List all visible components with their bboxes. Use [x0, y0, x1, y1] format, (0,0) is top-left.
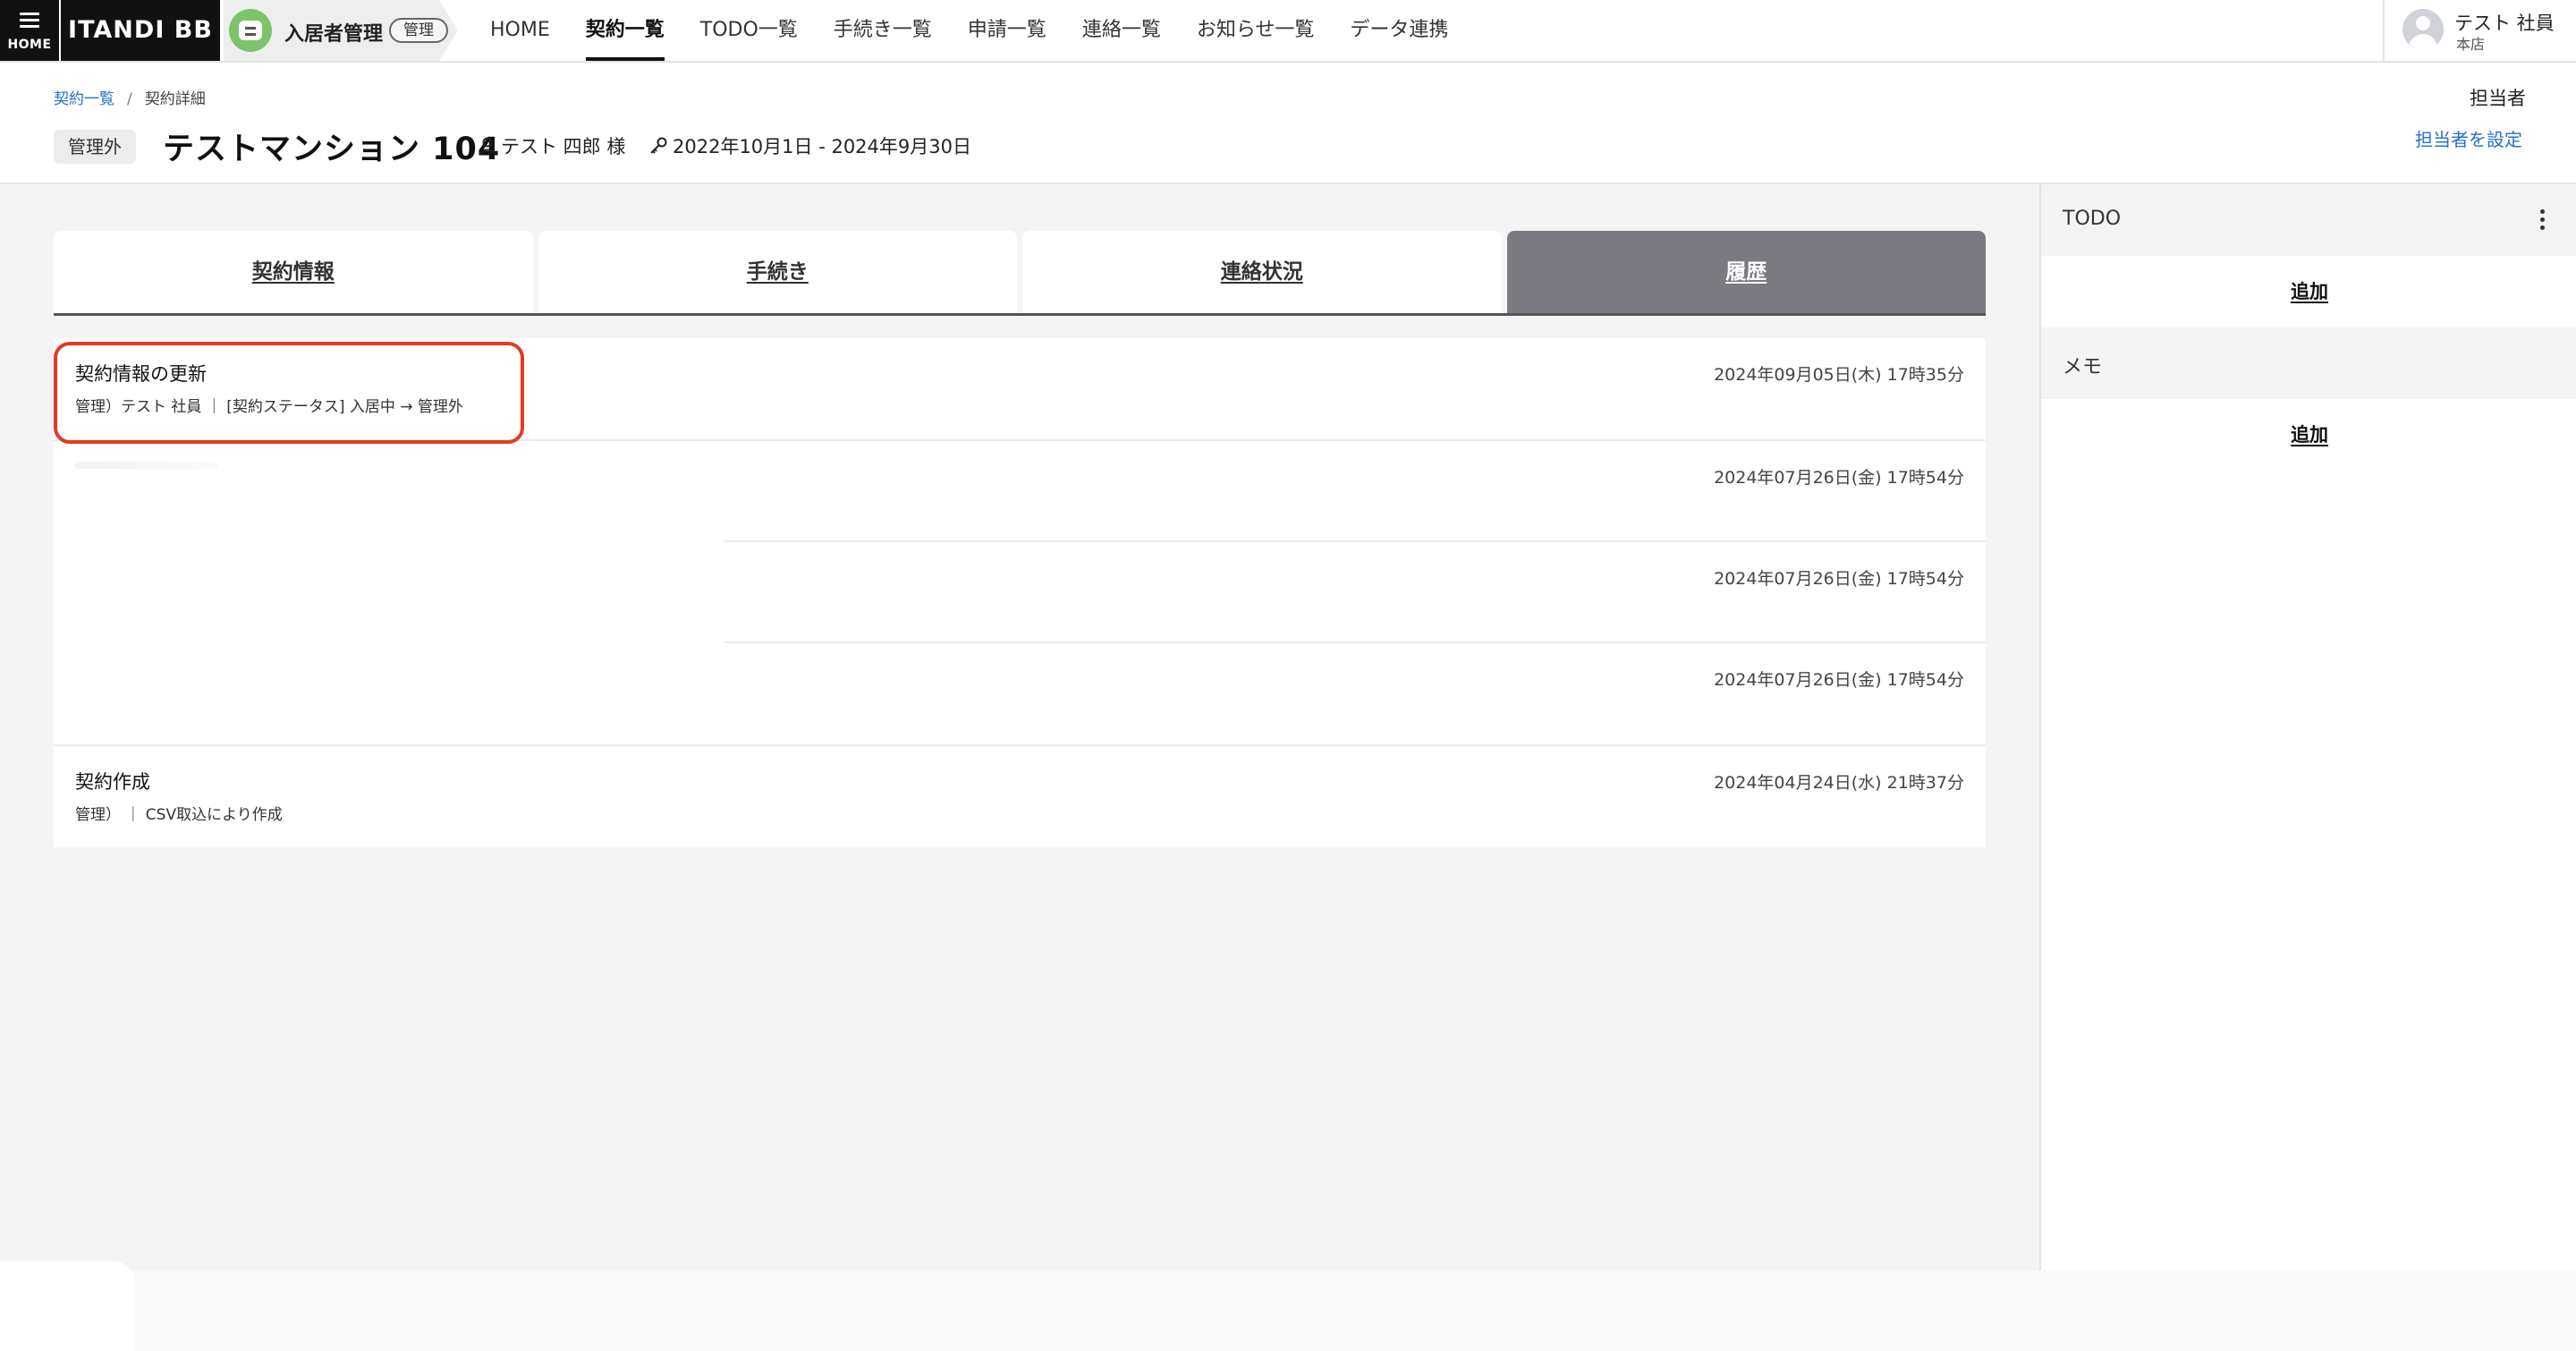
nav-item-contracts[interactable]: 契約一覧 — [568, 0, 682, 61]
product-badge: 管理 — [389, 18, 448, 43]
kebab-menu-icon[interactable] — [2540, 209, 2546, 233]
tab-contact-status[interactable]: 連絡状況 — [1022, 231, 1502, 313]
assignee-label: 担当者 — [2470, 88, 2526, 109]
faded-text-placeholder — [75, 462, 218, 469]
history-list: 契約情報の更新 管理）テスト 社員 ｜ [契約ステータス] 入居中 → 管理外 … — [54, 338, 1986, 847]
history-detail: 管理）テスト 社員 ｜ [契約ステータス] 入居中 → 管理外 — [75, 398, 463, 416]
history-detail: 管理） ｜ CSV取込により作成 — [75, 806, 283, 824]
tenant-name: テスト 四郎 様 — [478, 132, 625, 159]
tab-procedures[interactable]: 手続き — [538, 231, 1017, 313]
contract-status-badge: 管理外 — [54, 130, 136, 164]
add-todo-link[interactable]: 追加 — [2041, 277, 2576, 304]
history-date: 2024年07月26日(金) 17時54分 — [1714, 670, 1964, 690]
breadcrumb-current: 契約詳細 — [144, 90, 206, 108]
tab-history[interactable]: 履歴 — [1506, 231, 1986, 313]
top-navigation-bar: HOME ITANDI BB 入居者管理 管理 HOME 契約一覧 TODO一覧… — [0, 0, 2576, 63]
history-date: 2024年09月05日(木) 17時35分 — [1714, 365, 1964, 385]
contract-header: 契約一覧 / 契約詳細 管理外 テストマンション 104 テスト 四郎 様 2022… — [0, 63, 2576, 184]
contract-period: 2022年10月1日 - 2024年9月30日 — [648, 132, 971, 159]
page-title: テストマンション 104 — [163, 132, 501, 167]
history-row: 契約作成 管理） ｜ CSV取込により作成 2024年04月24日(水) 21時… — [54, 746, 1986, 847]
user-store: 本店 — [2456, 36, 2486, 53]
breadcrumb: 契約一覧 / 契約詳細 — [54, 86, 206, 108]
footer-area — [0, 1270, 2576, 1351]
tab-contract-info[interactable]: 契約情報 — [54, 231, 533, 313]
person-icon — [479, 137, 496, 155]
breadcrumb-contract-list-link[interactable]: 契約一覧 — [54, 90, 114, 108]
contract-tabs: 契約情報 手続き 連絡状況 履歴 — [54, 231, 1986, 316]
history-row: 2024年07月26日(金) 17時54分 — [54, 441, 1986, 542]
history-row: 2024年07月26日(金) 17時54分 — [54, 542, 1986, 643]
todo-heading: TODO — [2063, 208, 2122, 230]
user-avatar-icon — [2402, 9, 2444, 50]
nav-item-todo[interactable]: TODO一覧 — [682, 0, 816, 61]
memo-section-body: 追加 — [2041, 399, 2576, 471]
history-row: 2024年07月26日(金) 17時54分 — [54, 643, 1986, 746]
history-date: 2024年07月26日(金) 17時54分 — [1714, 468, 1964, 488]
product-switcher[interactable]: 入居者管理 管理 — [224, 0, 458, 61]
memo-section-header: メモ — [2041, 327, 2576, 399]
nav-item-procedures[interactable]: 手続き一覧 — [816, 0, 950, 61]
right-sidebar: TODO 追加 メモ 追加 — [2039, 184, 2576, 1270]
breadcrumb-separator: / — [127, 90, 132, 108]
history-title: 契約作成 — [75, 771, 150, 793]
history-title: 契約情報の更新 — [75, 363, 207, 385]
set-assignee-link[interactable]: 担当者を設定 — [2415, 125, 2522, 151]
home-menu-label: HOME — [7, 38, 52, 52]
user-menu[interactable]: テスト 社員 本店 — [2383, 0, 2576, 61]
nav-item-applications[interactable]: 申請一覧 — [950, 0, 1064, 61]
product-name: 入居者管理 — [284, 23, 384, 46]
hamburger-icon — [20, 13, 39, 29]
mascot-logo-icon — [229, 9, 272, 52]
home-menu-button[interactable]: HOME — [0, 0, 59, 61]
history-row: 契約情報の更新 管理）テスト 社員 ｜ [契約ステータス] 入居中 → 管理外 … — [54, 338, 1986, 441]
main-nav: HOME 契約一覧 TODO一覧 手続き一覧 申請一覧 連絡一覧 お知らせ一覧 … — [472, 0, 1466, 61]
nav-item-contacts[interactable]: 連絡一覧 — [1064, 0, 1179, 61]
brand-logo[interactable]: ITANDI BB — [61, 0, 220, 61]
history-date: 2024年07月26日(金) 17時54分 — [1714, 569, 1964, 589]
key-icon — [650, 137, 667, 154]
todo-section-body: 追加 — [2041, 256, 2576, 327]
floating-corner-panel — [0, 1262, 134, 1351]
tenant-name-text: テスト 四郎 様 — [501, 136, 626, 157]
add-memo-link[interactable]: 追加 — [2041, 421, 2576, 447]
todo-section-header: TODO — [2041, 184, 2576, 256]
nav-item-notices[interactable]: お知らせ一覧 — [1179, 0, 1333, 61]
nav-item-data-integration[interactable]: データ連携 — [1332, 0, 1466, 61]
memo-heading: メモ — [2063, 356, 2103, 378]
contract-period-text: 2022年10月1日 - 2024年9月30日 — [673, 136, 971, 157]
nav-item-home[interactable]: HOME — [472, 0, 568, 61]
history-date: 2024年04月24日(水) 21時37分 — [1714, 773, 1964, 793]
